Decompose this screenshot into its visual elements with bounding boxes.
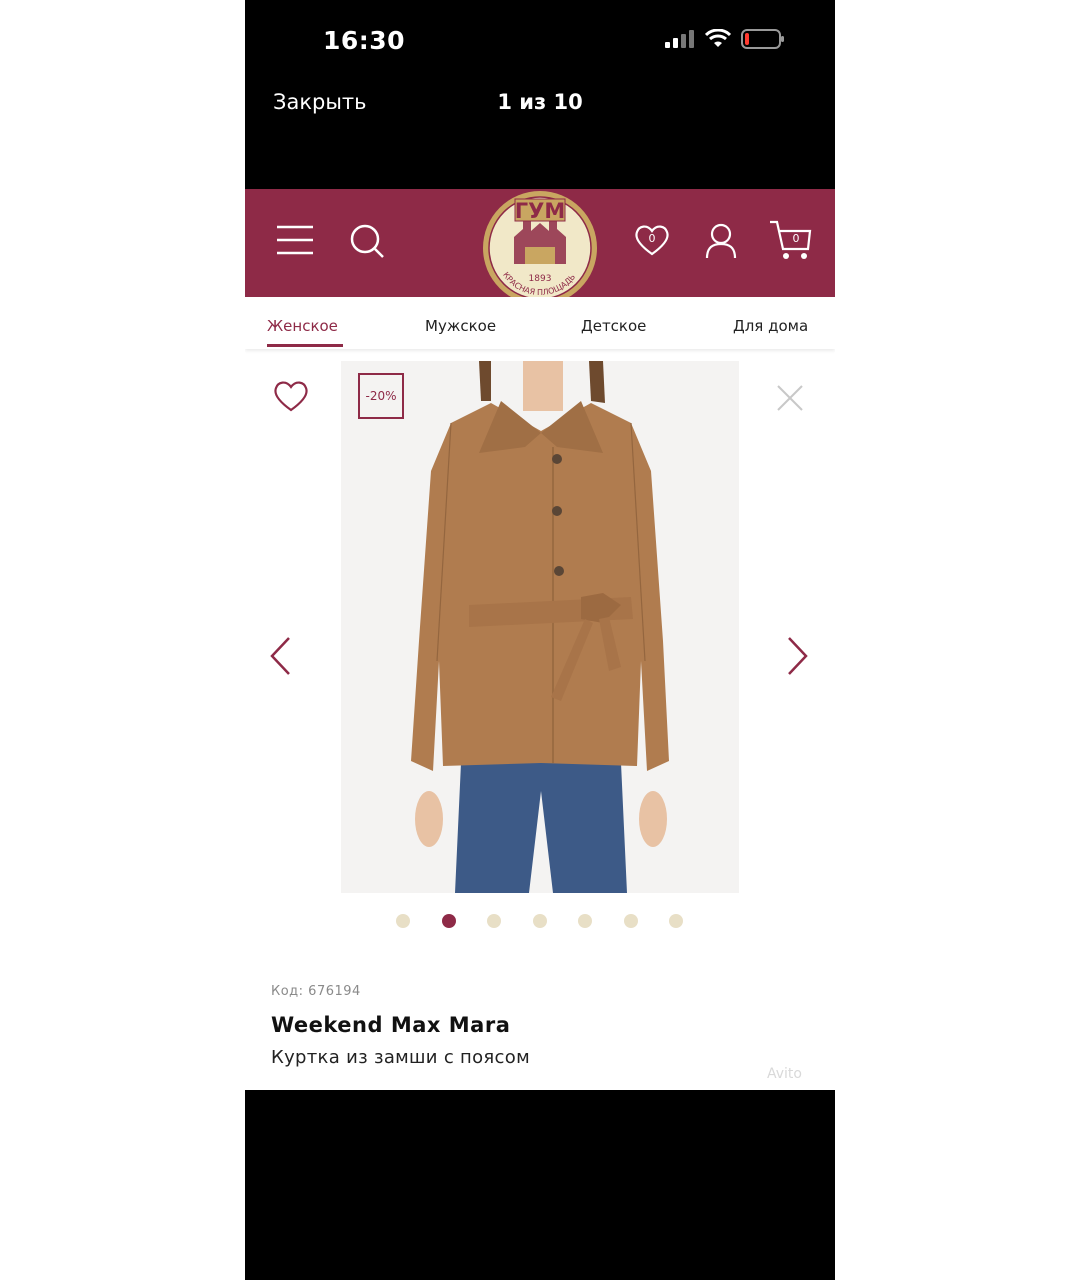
discount-badge: -20% bbox=[358, 373, 404, 419]
signal-icon bbox=[665, 30, 694, 48]
product-code: Код: 676194 bbox=[271, 984, 361, 999]
search-icon[interactable] bbox=[349, 223, 385, 259]
menu-icon[interactable] bbox=[277, 225, 313, 255]
wifi-icon bbox=[705, 29, 731, 47]
battery-icon bbox=[741, 29, 784, 49]
tab-home[interactable]: Для дома bbox=[733, 317, 808, 335]
next-image-chevron-right-icon[interactable] bbox=[787, 636, 809, 676]
gum-logo[interactable]: ГУМ 1893 КРАСНАЯ ПЛОЩАДЬ bbox=[481, 189, 599, 307]
status-icons bbox=[665, 28, 785, 50]
gallery-dot[interactable] bbox=[396, 914, 410, 928]
shared-screenshot: ГУМ 1893 КРАСНАЯ ПЛОЩАДЬ 0 0 Женское Муж… bbox=[245, 189, 835, 1090]
product-description: Куртка из замши с поясом bbox=[271, 1047, 530, 1068]
tab-women[interactable]: Женское bbox=[267, 317, 338, 335]
logo-text: ГУМ bbox=[515, 199, 565, 223]
gallery-dot[interactable] bbox=[623, 914, 638, 928]
gallery-dot[interactable] bbox=[487, 914, 501, 928]
gallery-dot[interactable] bbox=[669, 914, 683, 928]
gallery-dot[interactable] bbox=[578, 914, 592, 928]
user-icon[interactable] bbox=[705, 223, 737, 259]
logo-year: 1893 bbox=[529, 274, 552, 284]
tab-men[interactable]: Мужское bbox=[425, 317, 496, 335]
avito-watermark: Avito bbox=[767, 1066, 802, 1082]
image-counter: 1 из 10 bbox=[497, 90, 583, 114]
product-photo[interactable] bbox=[341, 361, 739, 893]
category-tabs: Женское Мужское Детское Для дома bbox=[245, 297, 835, 349]
cart-button[interactable]: 0 bbox=[768, 219, 812, 261]
gallery-dot[interactable] bbox=[532, 914, 547, 928]
favorites-count: 0 bbox=[648, 232, 656, 245]
favorites-button[interactable]: 0 bbox=[634, 223, 670, 259]
site-header: ГУМ 1893 КРАСНАЯ ПЛОЩАДЬ 0 0 bbox=[245, 189, 835, 305]
product-brand: Weekend Max Mara bbox=[271, 1013, 511, 1037]
gallery-pagination-dots bbox=[245, 914, 835, 930]
tab-kids[interactable]: Детское bbox=[581, 317, 646, 335]
phone-screen: 16:30 Закрыть 1 из 10 ГУМ 1893 КРАСНАЯ П… bbox=[245, 0, 835, 1280]
close-icon[interactable] bbox=[776, 384, 804, 412]
status-time: 16:30 bbox=[323, 26, 406, 55]
add-to-favorites-heart-icon[interactable] bbox=[273, 379, 309, 413]
cart-count: 0 bbox=[792, 232, 800, 245]
gallery-dot[interactable] bbox=[441, 914, 456, 928]
previous-image-chevron-left-icon[interactable] bbox=[269, 636, 291, 676]
active-tab-indicator bbox=[267, 344, 343, 347]
